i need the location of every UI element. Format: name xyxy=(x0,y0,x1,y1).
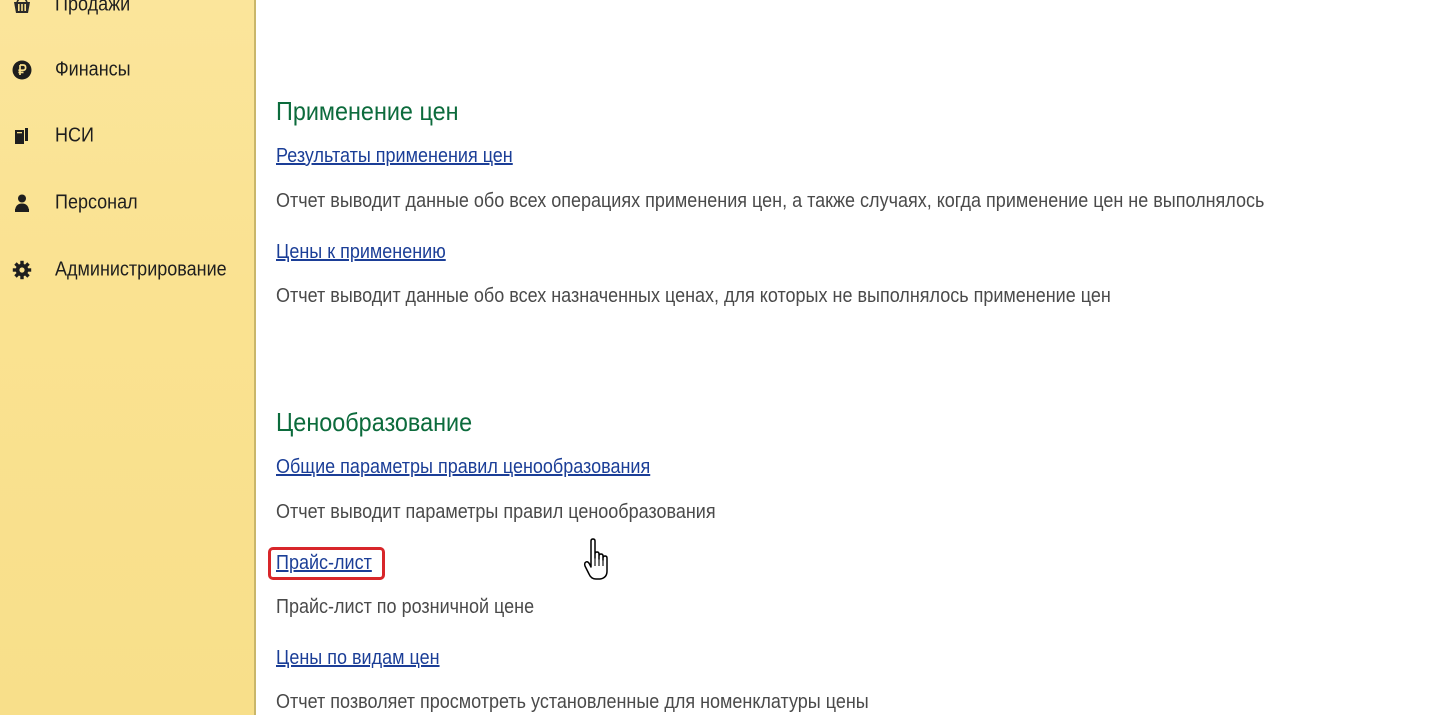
section-title-price-application: Применение цен xyxy=(276,96,459,126)
report-link-pricing-rules-parameters[interactable]: Общие параметры правил ценообразования xyxy=(276,456,650,479)
report-link-price-application-results[interactable]: Результаты применения цен xyxy=(276,145,513,168)
books-icon xyxy=(12,126,32,146)
sidebar-item-label: НСИ xyxy=(55,124,94,147)
sidebar-item-label: Продажи xyxy=(55,0,131,16)
person-icon xyxy=(12,193,32,213)
sidebar-item-sales[interactable]: Продажи xyxy=(0,0,254,25)
report-description: Отчет позволяет просмотреть установленны… xyxy=(276,691,869,713)
report-link-prices-by-type[interactable]: Цены по видам цен xyxy=(276,647,440,670)
ruble-coin-icon xyxy=(12,60,32,80)
report-link-price-list[interactable]: Прайс-лист xyxy=(276,552,372,575)
section-title-pricing: Ценообразование xyxy=(276,407,473,437)
sidebar-item-administration[interactable]: Администрирование xyxy=(0,250,254,290)
report-description: Отчет выводит параметры правил ценообраз… xyxy=(276,501,716,523)
sidebar-item-label: Финансы xyxy=(55,58,131,81)
sidebar: Продажи Финансы НСИ Персонал Администрир… xyxy=(0,0,256,715)
sidebar-item-nsi[interactable]: НСИ xyxy=(0,116,254,156)
report-description: Отчет выводит данные обо всех операциях … xyxy=(276,190,1265,212)
sidebar-item-label: Персонал xyxy=(55,191,138,214)
report-link-prices-to-apply[interactable]: Цены к применению xyxy=(276,241,446,264)
report-description: Отчет выводит данные обо всех назначенны… xyxy=(276,285,1111,307)
gear-icon xyxy=(12,260,32,280)
basket-icon xyxy=(12,0,32,15)
sidebar-item-finance[interactable]: Финансы xyxy=(0,50,254,90)
hand-cursor-icon xyxy=(583,538,608,580)
sidebar-item-label: Администрирование xyxy=(55,258,227,281)
sidebar-item-personnel[interactable]: Персонал xyxy=(0,183,254,223)
report-description: Прайс-лист по розничной цене xyxy=(276,596,535,618)
